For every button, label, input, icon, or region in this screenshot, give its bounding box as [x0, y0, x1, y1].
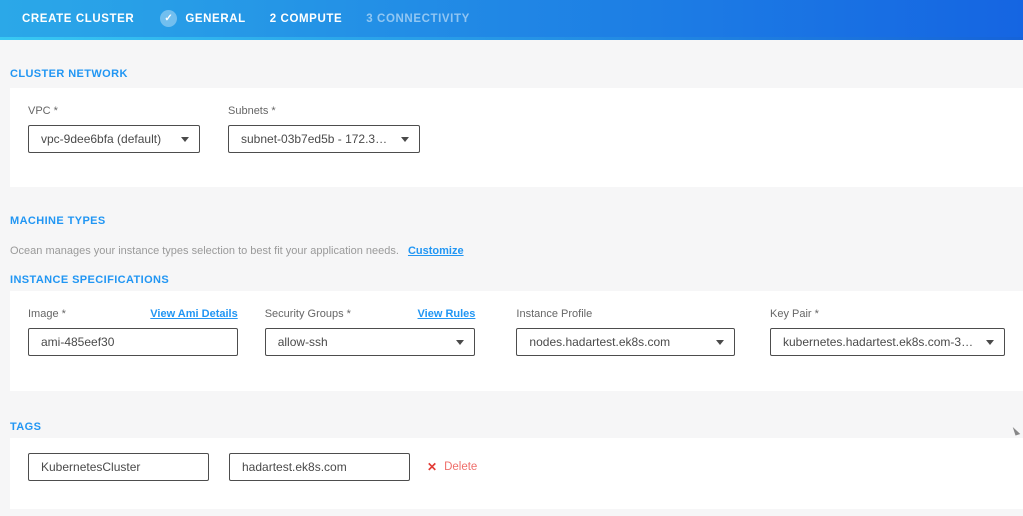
- tab-connectivity[interactable]: 3 CONNECTIVITY: [366, 13, 470, 25]
- key-pair-selected-value: kubernetes.hadartest.ek8s.com-39:84:a5:9…: [783, 335, 978, 349]
- vpc-selected-value: vpc-9dee6bfa (default): [41, 132, 161, 146]
- security-groups-field: Security Groups * View Rules allow-ssh: [265, 308, 476, 356]
- tab-compute[interactable]: 2 COMPUTE: [270, 13, 343, 25]
- chevron-down-icon: [401, 137, 409, 142]
- subnets-label: Subnets *: [228, 105, 420, 117]
- create-cluster-form: CLUSTER NETWORK VPC * vpc-9dee6bfa (defa…: [0, 68, 1023, 509]
- cluster-network-card: VPC * vpc-9dee6bfa (default) Subnets * s…: [10, 88, 1023, 187]
- machine-types-description-text: Ocean manages your instance types select…: [10, 245, 399, 257]
- chevron-down-icon: [181, 137, 189, 142]
- section-title-tags: TAGS: [10, 421, 1023, 433]
- subnets-selected-value: subnet-03b7ed5b - 172.31.0.0/20 ...: [241, 132, 393, 146]
- chevron-down-icon: [456, 340, 464, 345]
- image-input[interactable]: [28, 328, 238, 356]
- key-pair-field: Key Pair * kubernetes.hadartest.ek8s.com…: [770, 308, 1005, 356]
- tab-general[interactable]: ✓ GENERAL: [160, 10, 245, 27]
- subnets-field: Subnets * subnet-03b7ed5b - 172.31.0.0/2…: [228, 105, 420, 153]
- subnets-select[interactable]: subnet-03b7ed5b - 172.31.0.0/20 ...: [228, 125, 420, 153]
- key-pair-label: Key Pair *: [770, 308, 1005, 320]
- tab-general-label: GENERAL: [185, 13, 245, 25]
- security-groups-select[interactable]: allow-ssh: [265, 328, 476, 356]
- delete-tag-button[interactable]: ✕ Delete: [427, 460, 477, 474]
- machine-types-description: Ocean manages your instance types select…: [10, 245, 1023, 257]
- section-title-cluster-network: CLUSTER NETWORK: [10, 68, 1023, 80]
- delete-x-icon: ✕: [427, 460, 437, 474]
- vpc-label: VPC *: [28, 105, 200, 117]
- instance-profile-selected-value: nodes.hadartest.ek8s.com: [529, 335, 670, 349]
- chevron-down-icon: [986, 340, 994, 345]
- image-field: Image * View Ami Details: [28, 308, 238, 356]
- instance-specifications-card: Image * View Ami Details Security Groups…: [10, 291, 1023, 391]
- check-icon: ✓: [160, 10, 177, 27]
- vpc-select[interactable]: vpc-9dee6bfa (default): [28, 125, 200, 153]
- view-rules-link[interactable]: View Rules: [418, 308, 476, 320]
- security-groups-label: Security Groups *: [265, 308, 351, 320]
- wizard-header: CREATE CLUSTER ✓ GENERAL 2 COMPUTE 3 CON…: [0, 0, 1023, 37]
- wizard-title: CREATE CLUSTER: [22, 13, 134, 25]
- instance-profile-label: Instance Profile: [516, 308, 735, 320]
- vpc-field: VPC * vpc-9dee6bfa (default): [28, 105, 200, 153]
- section-title-instance-specifications: INSTANCE SPECIFICATIONS: [10, 274, 1023, 286]
- tab-compute-label: 2 COMPUTE: [270, 13, 343, 25]
- instance-profile-field: Instance Profile nodes.hadartest.ek8s.co…: [516, 308, 735, 356]
- section-title-machine-types: MACHINE TYPES: [10, 215, 1023, 227]
- key-pair-select[interactable]: kubernetes.hadartest.ek8s.com-39:84:a5:9…: [770, 328, 1005, 356]
- customize-link[interactable]: Customize: [408, 245, 464, 257]
- view-ami-details-link[interactable]: View Ami Details: [150, 308, 237, 320]
- delete-tag-label: Delete: [444, 461, 477, 473]
- image-label: Image *: [28, 308, 66, 320]
- tag-value-input[interactable]: [229, 453, 410, 481]
- chevron-down-icon: [716, 340, 724, 345]
- tag-key-input[interactable]: [28, 453, 209, 481]
- tags-card: ✕ Delete: [10, 438, 1023, 509]
- instance-profile-select[interactable]: nodes.hadartest.ek8s.com: [516, 328, 735, 356]
- tag-row: ✕ Delete: [28, 453, 477, 481]
- header-accent-strip: [0, 37, 1023, 40]
- tab-connectivity-label: 3 CONNECTIVITY: [366, 13, 470, 25]
- security-groups-selected-value: allow-ssh: [278, 335, 328, 349]
